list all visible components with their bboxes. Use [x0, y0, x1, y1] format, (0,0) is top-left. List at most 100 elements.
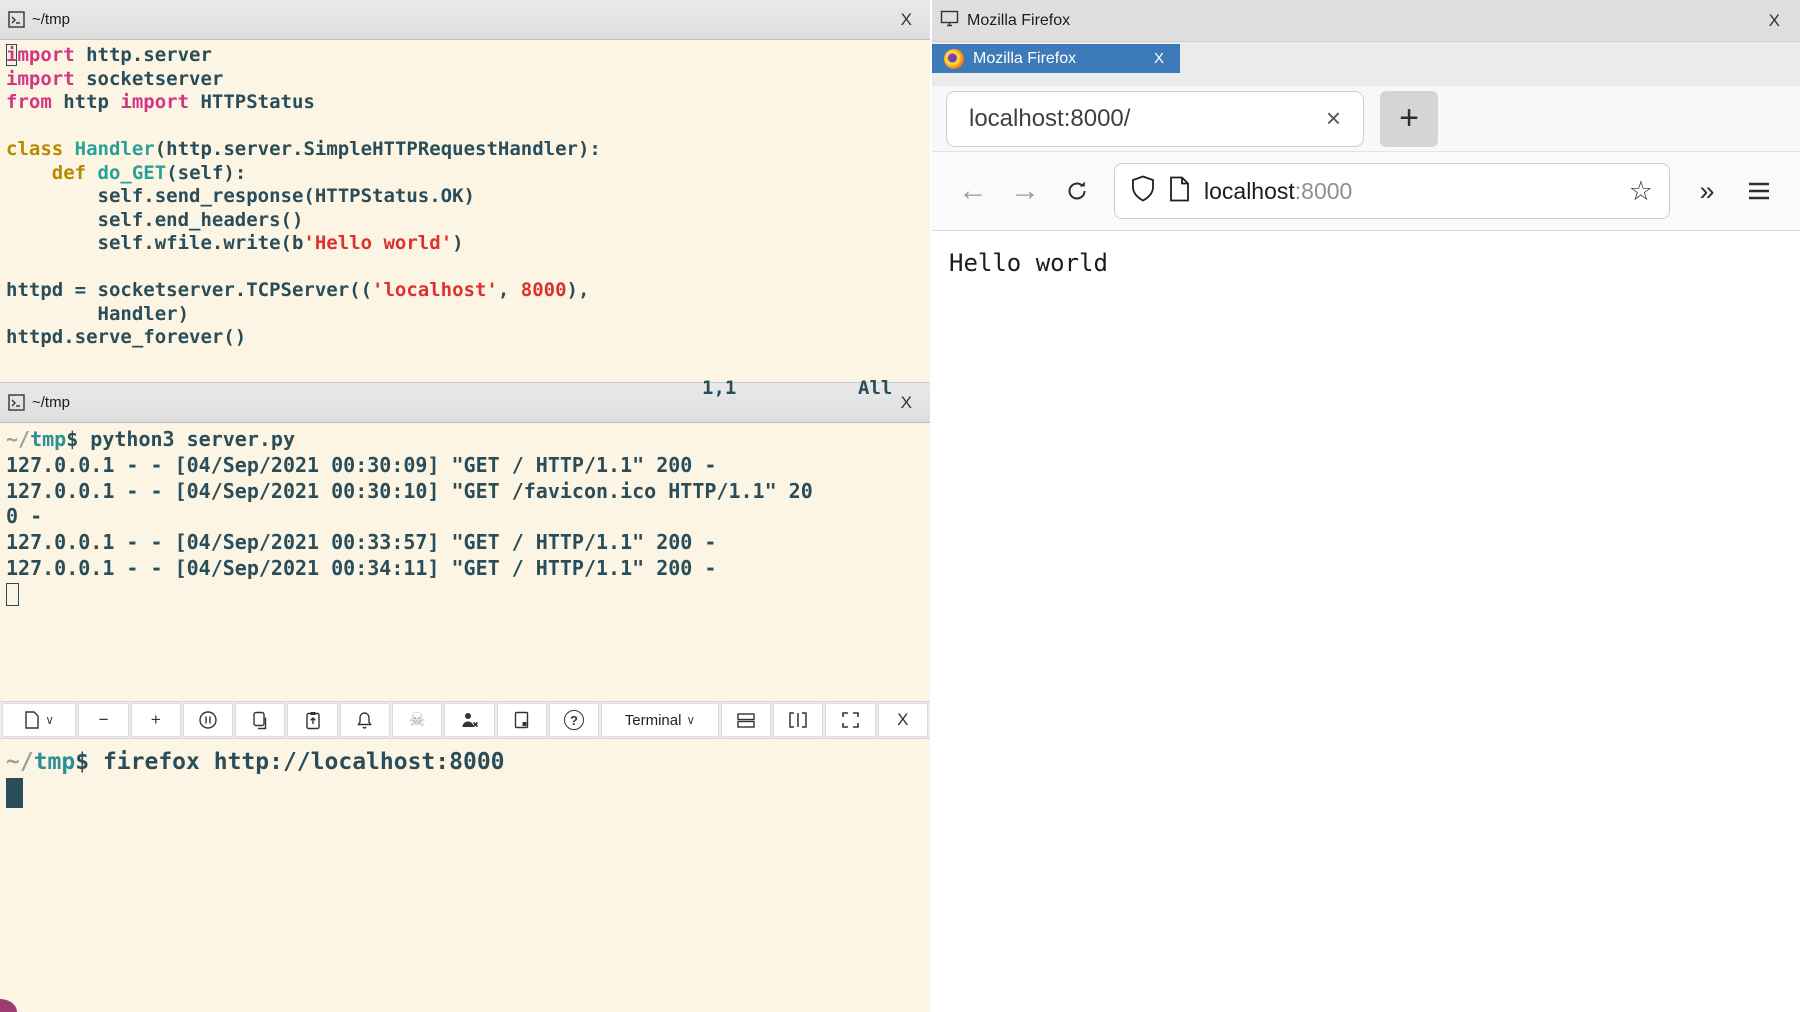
plus-icon: + [1399, 99, 1419, 138]
page-info-icon[interactable] [1169, 176, 1190, 207]
terminal-cursor [6, 778, 23, 808]
bell-icon [356, 711, 373, 730]
tab-close-icon[interactable]: × [1326, 103, 1341, 134]
forward-button[interactable]: → [1002, 167, 1048, 215]
firefox-logo-icon [944, 49, 964, 69]
file-icon [514, 711, 529, 729]
terminal-desktop-area: ~/tmp X import http.serverimport sockets… [0, 0, 930, 1012]
terminal-line: 127.0.0.1 - - [04/Sep/2021 00:30:09] "GE… [6, 453, 930, 479]
firefox-session-tabrow: Mozilla Firefox X [932, 42, 1800, 86]
reload-button[interactable] [1054, 167, 1100, 215]
minus-icon: − [99, 710, 109, 730]
vim-cursor-position: 1,1 [702, 377, 736, 401]
shell-terminal[interactable]: ~/tmp$ firefox http://localhost:8000 [0, 739, 930, 811]
vim-terminal-titlebar[interactable]: ~/tmp X [0, 0, 930, 40]
server-terminal-window: ~/tmp X ~/tmp$ python3 server.py127.0.0.… [0, 383, 930, 701]
paste-button[interactable] [287, 703, 337, 737]
page-body-text: Hello world [949, 249, 1800, 277]
server-terminal-title: ~/tmp [32, 394, 890, 411]
overflow-menu-button[interactable]: » [1684, 167, 1730, 215]
double-chevron-icon: » [1699, 176, 1714, 207]
forward-icon: → [1010, 174, 1040, 208]
close-toolbar-button[interactable]: X [878, 703, 928, 737]
terminal-line: ~/tmp$ firefox http://localhost:8000 [6, 747, 930, 778]
user-x-icon [460, 711, 479, 729]
zoom-in-button[interactable]: + [131, 703, 181, 737]
terminal-select[interactable]: Terminal ∨ [601, 703, 719, 737]
shield-icon[interactable] [1131, 175, 1155, 207]
terminal-line: Handler) [6, 303, 930, 327]
terminal-line: from http import HTTPStatus [6, 91, 930, 115]
bookmark-star-icon[interactable]: ☆ [1629, 176, 1653, 207]
terminal-line: 0 - [6, 504, 930, 530]
split-horizontal-icon [736, 712, 756, 729]
help-button[interactable]: ? [549, 703, 599, 737]
close-icon: X [897, 710, 908, 730]
terminal-line: 127.0.0.1 - - [04/Sep/2021 00:34:11] "GE… [6, 556, 930, 582]
chevron-down-icon: ∨ [686, 713, 695, 727]
document-icon [24, 711, 40, 729]
firefox-session-tab[interactable]: Mozilla Firefox X [932, 44, 1180, 73]
browser-tab-label: localhost:8000/ [969, 105, 1326, 133]
back-icon: ← [958, 174, 988, 208]
copy-button[interactable] [235, 703, 285, 737]
fullscreen-button[interactable] [825, 703, 875, 737]
copy-icon [251, 711, 269, 730]
terminal-line: self.end_headers() [6, 209, 930, 233]
close-icon[interactable]: X [897, 393, 916, 413]
screen: ~/tmp X import http.serverimport sockets… [0, 0, 1800, 1012]
split-horizontal-button[interactable] [721, 703, 771, 737]
terminal-cursor-line [6, 582, 930, 608]
pause-icon [198, 710, 218, 730]
chevron-down-icon: ∨ [45, 713, 54, 727]
help-icon: ? [564, 710, 584, 730]
disconnect-user-button[interactable] [444, 703, 494, 737]
terminal-line: class Handler(http.server.SimpleHTTPRequ… [6, 138, 930, 162]
new-tab-button[interactable]: + [1380, 91, 1438, 147]
server-terminal-output[interactable]: ~/tmp$ python3 server.py127.0.0.1 - - [0… [0, 423, 930, 701]
server-terminal-titlebar[interactable]: ~/tmp X [0, 383, 930, 423]
vim-buffer[interactable]: import http.serverimport socketserverfro… [0, 40, 930, 382]
zoom-out-button[interactable]: − [78, 703, 128, 737]
terminal-line: def do_GET(self): [6, 162, 930, 186]
page-content: Hello world [932, 231, 1800, 1012]
tab-close-icon[interactable]: X [1150, 50, 1168, 67]
pause-button[interactable] [183, 703, 233, 737]
terminal-line: 127.0.0.1 - - [04/Sep/2021 00:30:10] "GE… [6, 479, 930, 505]
kill-process-button[interactable]: ☠ [392, 703, 442, 737]
terminal-line: 127.0.0.1 - - [04/Sep/2021 00:33:57] "GE… [6, 530, 930, 556]
xpra-logo-corner [0, 999, 17, 1012]
vim-terminal-window: ~/tmp X import http.serverimport sockets… [0, 0, 930, 383]
reload-icon [1064, 178, 1090, 204]
fullscreen-icon [841, 711, 860, 729]
terminal-line [6, 115, 930, 139]
hamburger-menu-button[interactable] [1736, 167, 1782, 215]
terminal-line: self.wfile.write(b'Hello world') [6, 232, 930, 256]
terminal-line: import socketserver [6, 68, 930, 92]
terminal-line: httpd.serve_forever() [6, 326, 930, 350]
terminal-cursor-line [6, 778, 930, 811]
back-button[interactable]: ← [950, 167, 996, 215]
new-window-button[interactable]: ∨ [2, 703, 76, 737]
firefox-titlebar[interactable]: Mozilla Firefox X [932, 0, 1800, 42]
url-text[interactable]: localhost:8000 [1204, 178, 1615, 205]
split-vertical-button[interactable] [773, 703, 823, 737]
skull-icon: ☠ [409, 709, 426, 732]
vim-scroll-position: All [858, 377, 892, 401]
document-view-button[interactable] [497, 703, 547, 737]
monitor-icon [940, 10, 959, 32]
firefox-window: Mozilla Firefox X Mozilla Firefox X loca… [932, 0, 1800, 1012]
terminal-icon [8, 11, 25, 28]
terminal-line: import http.server [6, 44, 930, 68]
terminal-select-value: Terminal [625, 712, 682, 729]
close-icon[interactable]: X [897, 10, 916, 30]
terminal-line [6, 256, 930, 280]
terminal-icon [8, 394, 25, 411]
bell-button[interactable] [340, 703, 390, 737]
terminal-line: self.send_response(HTTPStatus.OK) [6, 185, 930, 209]
browser-tab-localhost[interactable]: localhost:8000/ × [946, 91, 1364, 147]
close-icon[interactable]: X [1765, 11, 1784, 31]
url-bar[interactable]: localhost:8000 ☆ [1114, 163, 1670, 219]
terminal-toolbar: ∨ − + ☠ [0, 701, 930, 739]
terminal-line: httpd = socketserver.TCPServer(('localho… [6, 279, 930, 303]
